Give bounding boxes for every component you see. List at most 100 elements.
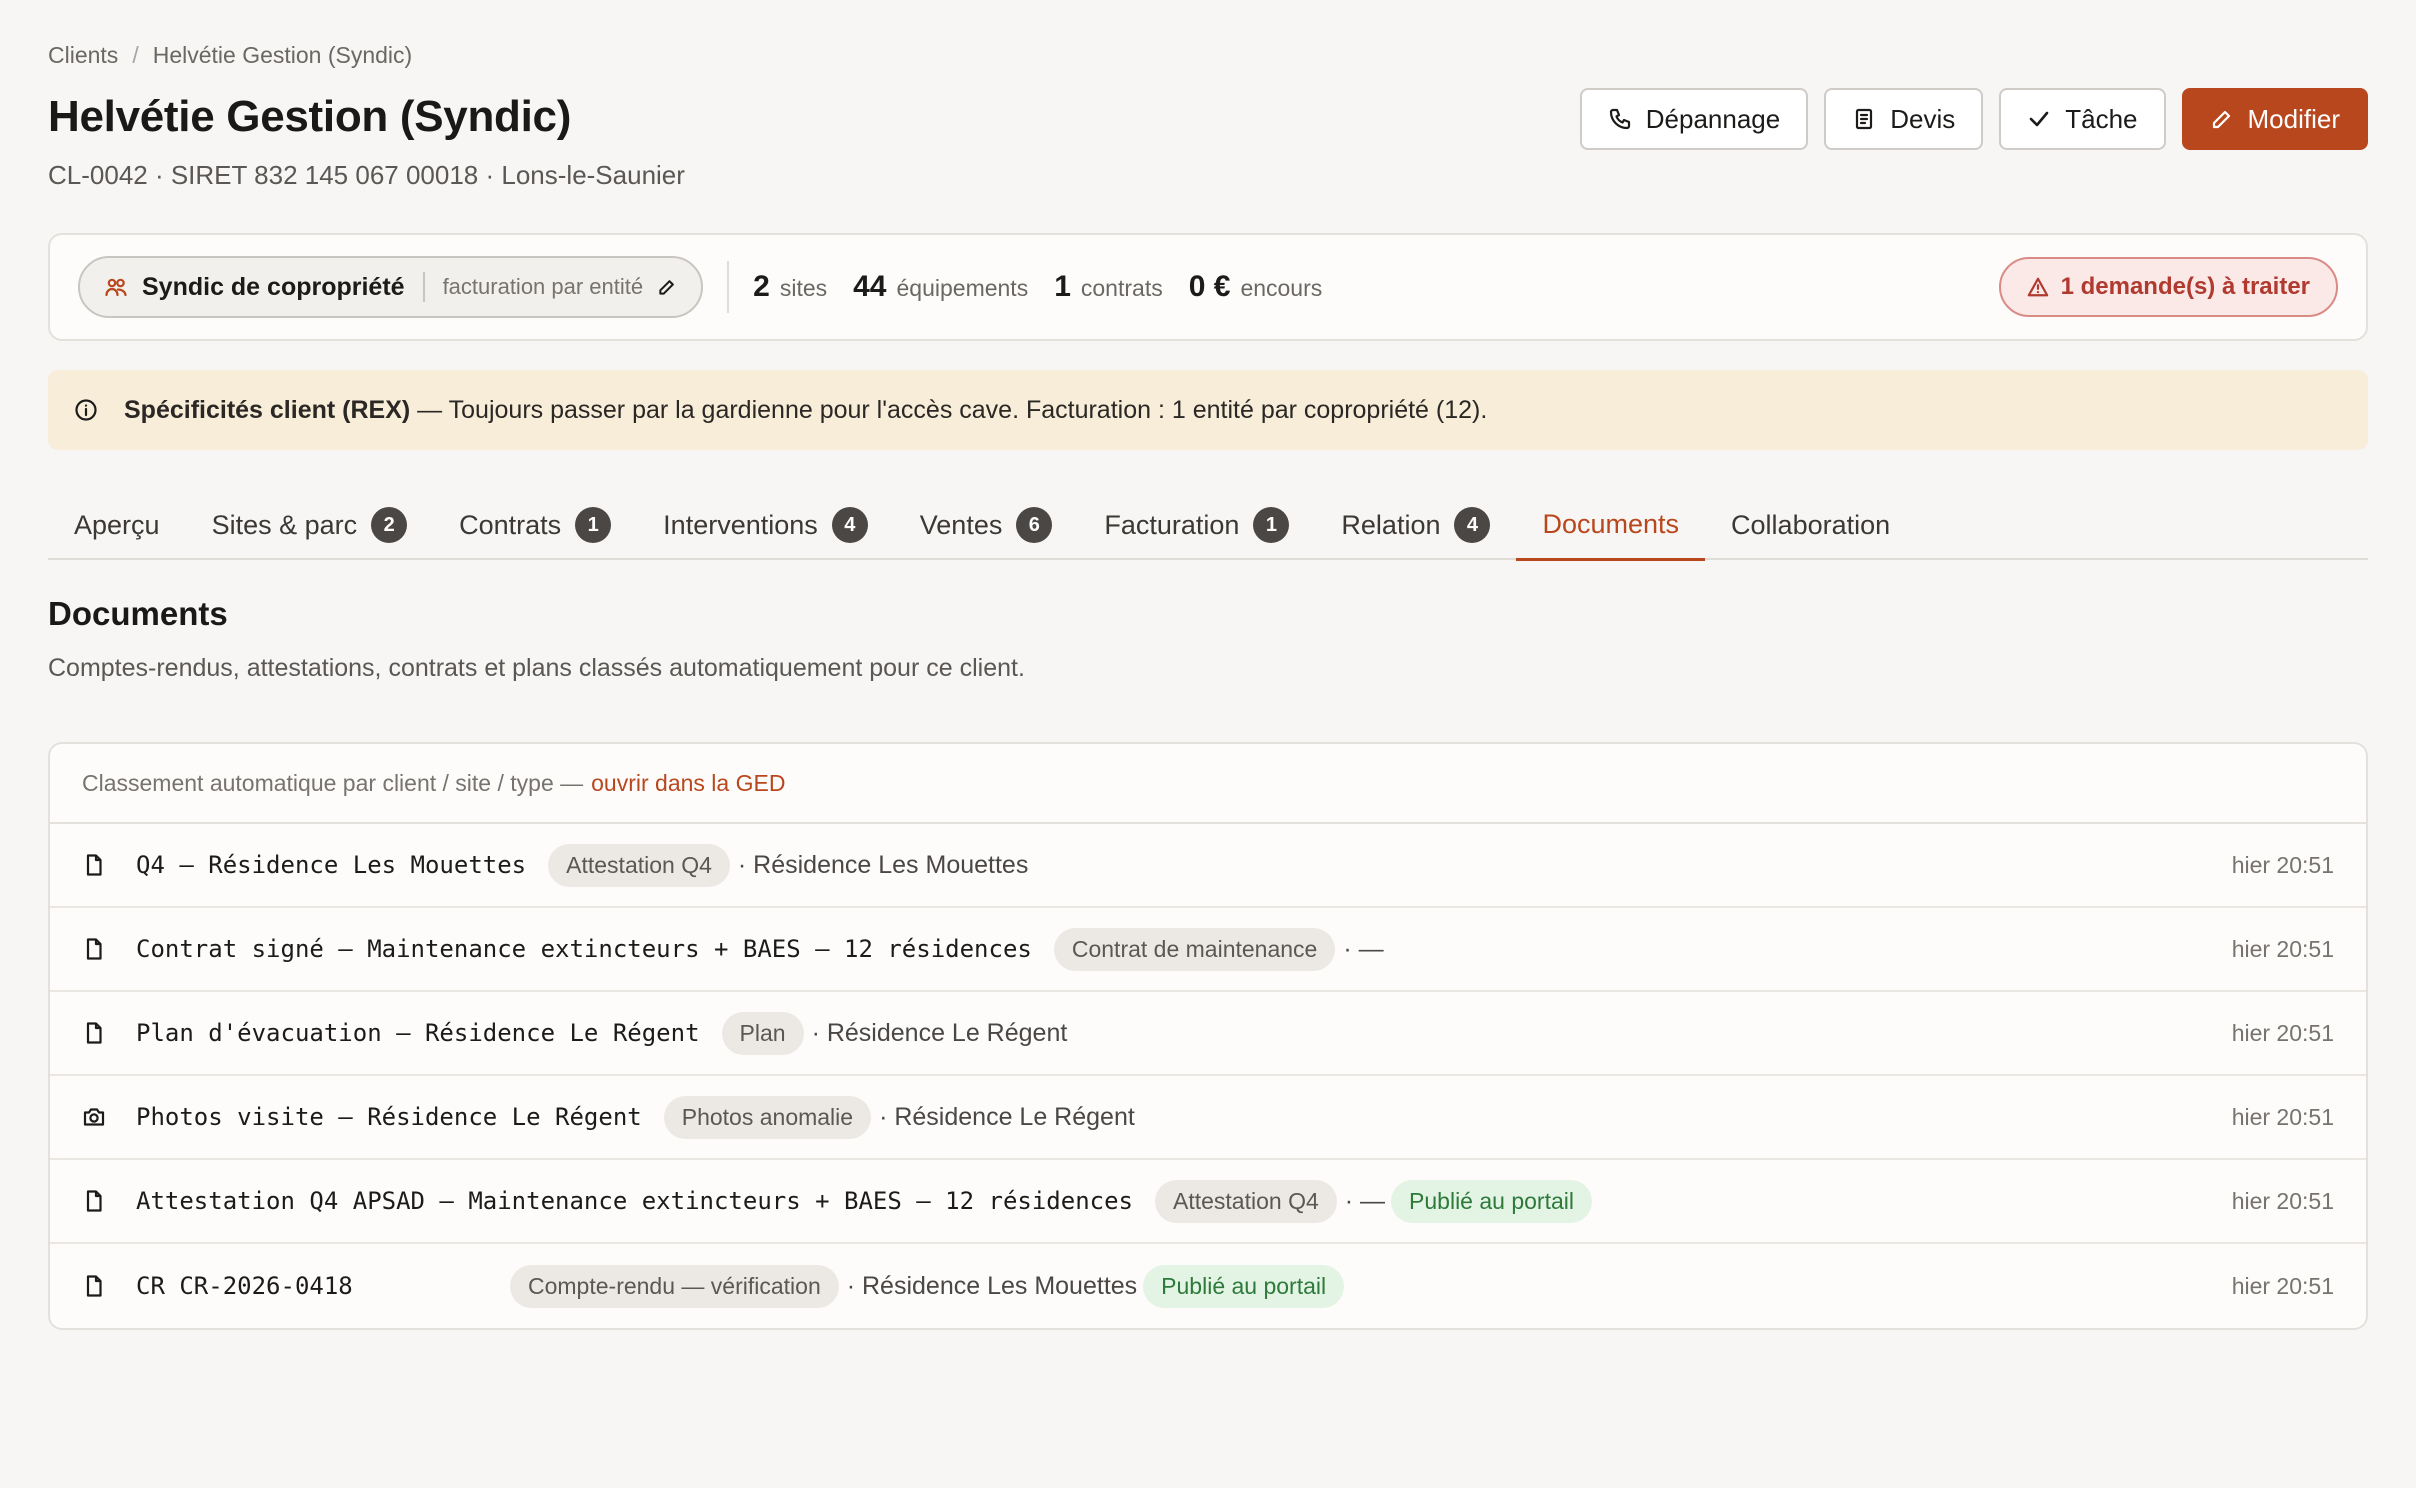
stats-separator: [727, 261, 730, 313]
file-icon: [82, 853, 106, 877]
pending-requests-label: 1 demande(s) à traiter: [2060, 273, 2310, 300]
rex-text: Spécificités client (REX) — Toujours pas…: [124, 396, 1487, 425]
pencil-icon: [2210, 107, 2234, 131]
file-icon: [82, 937, 106, 961]
tab-contrats-count: 1: [575, 507, 612, 543]
document-site: · —: [1344, 1186, 1386, 1215]
client-type-pill[interactable]: Syndic de copropriété facturation par en…: [78, 256, 704, 318]
document-type-tag: Compte-rendu — vérification: [510, 1264, 839, 1308]
stat-sites-value: 2: [753, 270, 770, 303]
document-name: CR CR-2026-0418: [136, 1272, 353, 1300]
document-time: hier 20:51: [2231, 935, 2334, 962]
client-tabs: Aperçu Sites & parc 2 Contrats 1 Interve…: [48, 490, 2368, 561]
tab-relation-count: 4: [1454, 507, 1491, 543]
modifier-label: Modifier: [2247, 103, 2340, 134]
stat-contrats-value: 1: [1054, 270, 1071, 303]
document-time: hier 20:51: [2231, 1103, 2334, 1130]
camera-icon: [82, 1105, 106, 1129]
breadcrumb: Clients / Helvétie Gestion (Syndic): [48, 42, 412, 69]
stat-equipements-value: 44: [853, 270, 887, 303]
stat-encours-unit: encours: [1240, 275, 1323, 301]
depannage-label: Dépannage: [1645, 103, 1781, 134]
file-icon: [82, 1189, 106, 1213]
page-title: Helvétie Gestion (Syndic): [48, 92, 572, 141]
document-site: · Résidence Les Mouettes: [737, 850, 1029, 879]
tache-button[interactable]: Tâche: [1999, 88, 2166, 150]
document-site: · Résidence Le Régent: [879, 1102, 1135, 1131]
check-icon: [2027, 107, 2051, 131]
tab-sites-parc[interactable]: Sites & parc 2: [186, 490, 434, 560]
tab-ventes[interactable]: Ventes 6: [894, 490, 1079, 560]
document-name: Q4 — Résidence Les Mouettes: [136, 851, 527, 879]
section-title: Documents: [48, 595, 228, 632]
document-type-tag: Plan: [721, 1011, 804, 1055]
client-type-label: Syndic de copropriété: [142, 272, 405, 301]
document-type-tag: Attestation Q4: [548, 843, 730, 887]
tab-collaboration[interactable]: Collaboration: [1705, 490, 1916, 560]
tab-facturation-count: 1: [1253, 507, 1290, 543]
tab-relation[interactable]: Relation 4: [1315, 490, 1516, 560]
tab-documents[interactable]: Documents: [1516, 490, 1706, 561]
breadcrumb-current: Helvétie Gestion (Syndic): [152, 42, 413, 68]
tab-apercu-label: Aperçu: [74, 509, 160, 540]
document-site: · Résidence Le Régent: [811, 1018, 1068, 1047]
document-name: Attestation Q4 APSAD — Maintenance extin…: [136, 1187, 1133, 1215]
rex-title: Spécificités client (REX): [124, 395, 411, 424]
document-site: · —: [1343, 934, 1384, 963]
document-time: hier 20:51: [2231, 851, 2334, 878]
tab-interventions-label: Interventions: [663, 509, 818, 540]
breadcrumb-separator: /: [132, 42, 139, 68]
published-badge: Publié au portail: [1391, 1179, 1592, 1223]
document-name: Photos visite — Résidence Le Régent: [136, 1103, 642, 1131]
stat-contrats-unit: contrats: [1080, 275, 1163, 301]
warning-icon: [2027, 276, 2049, 298]
stat-equipements-unit: équipements: [896, 275, 1029, 301]
info-icon: [74, 398, 98, 422]
rex-body: — Toujours passer par la gardienne pour …: [410, 395, 1488, 424]
breadcrumb-clients-link[interactable]: Clients: [48, 42, 118, 69]
pill-divider: [422, 272, 425, 302]
tab-interventions[interactable]: Interventions 4: [637, 490, 894, 560]
client-stats-bar: Syndic de copropriété facturation par en…: [48, 233, 2368, 341]
stat-encours: 0 € encours: [1189, 270, 1323, 304]
document-name: Contrat signé — Maintenance extincteurs …: [136, 935, 1032, 963]
open-ged-link[interactable]: ouvrir dans la GED: [591, 770, 785, 797]
tab-facturation[interactable]: Facturation 1: [1078, 490, 1315, 560]
document-row[interactable]: Q4 — Résidence Les Mouettes Attestation …: [50, 824, 2366, 908]
document-type-tag: Contrat de maintenance: [1053, 927, 1336, 971]
client-subtitle: CL-0042 · SIRET 832 145 067 00018 · Lons…: [48, 160, 685, 190]
tache-label: Tâche: [2065, 103, 2138, 134]
document-name: Plan d'évacuation — Résidence Le Régent: [136, 1019, 700, 1047]
billing-mode-label: facturation par entité: [442, 274, 644, 299]
section-description: Comptes-rendus, attestations, contrats e…: [48, 654, 1025, 682]
document-row[interactable]: Plan d'évacuation — Résidence Le Régent …: [50, 992, 2366, 1076]
document-time: hier 20:51: [2231, 1187, 2334, 1214]
tab-apercu[interactable]: Aperçu: [48, 490, 186, 560]
depannage-button[interactable]: Dépannage: [1579, 88, 1809, 150]
tab-interventions-count: 4: [831, 507, 868, 543]
devis-button[interactable]: Devis: [1824, 88, 1984, 150]
documents-card-header: Classement automatique par client / site…: [50, 744, 2366, 824]
tab-contrats[interactable]: Contrats 1: [433, 490, 637, 560]
stat-equipements: 44 équipements: [853, 270, 1028, 304]
document-row[interactable]: Contrat signé — Maintenance extincteurs …: [50, 908, 2366, 992]
tab-documents-label: Documents: [1542, 508, 1680, 539]
client-rex-banner: Spécificités client (REX) — Toujours pas…: [48, 370, 2368, 450]
stat-sites-unit: sites: [779, 275, 828, 301]
document-type-tag: Photos anomalie: [663, 1095, 872, 1139]
tab-ventes-label: Ventes: [919, 509, 1003, 540]
document-row[interactable]: Photos visite — Résidence Le Régent Phot…: [50, 1076, 2366, 1160]
edit-pencil-icon[interactable]: [657, 277, 677, 297]
documents-card: Classement automatique par client / site…: [48, 742, 2368, 1330]
stat-contrats: 1 contrats: [1054, 270, 1163, 304]
devis-label: Devis: [1890, 103, 1956, 134]
document-time: hier 20:51: [2231, 1019, 2334, 1046]
users-icon: [104, 275, 128, 299]
document-icon: [1852, 107, 1876, 131]
modifier-button[interactable]: Modifier: [2181, 88, 2368, 150]
document-type-tag: Attestation Q4: [1155, 1179, 1337, 1223]
document-site: · Résidence Les Mouettes: [846, 1271, 1138, 1300]
document-row[interactable]: Attestation Q4 APSAD — Maintenance extin…: [50, 1160, 2366, 1244]
document-row[interactable]: CR CR-2026-0418 Compte-rendu — vérificat…: [50, 1244, 2366, 1328]
pending-requests-alert[interactable]: 1 demande(s) à traiter: [1998, 257, 2338, 317]
